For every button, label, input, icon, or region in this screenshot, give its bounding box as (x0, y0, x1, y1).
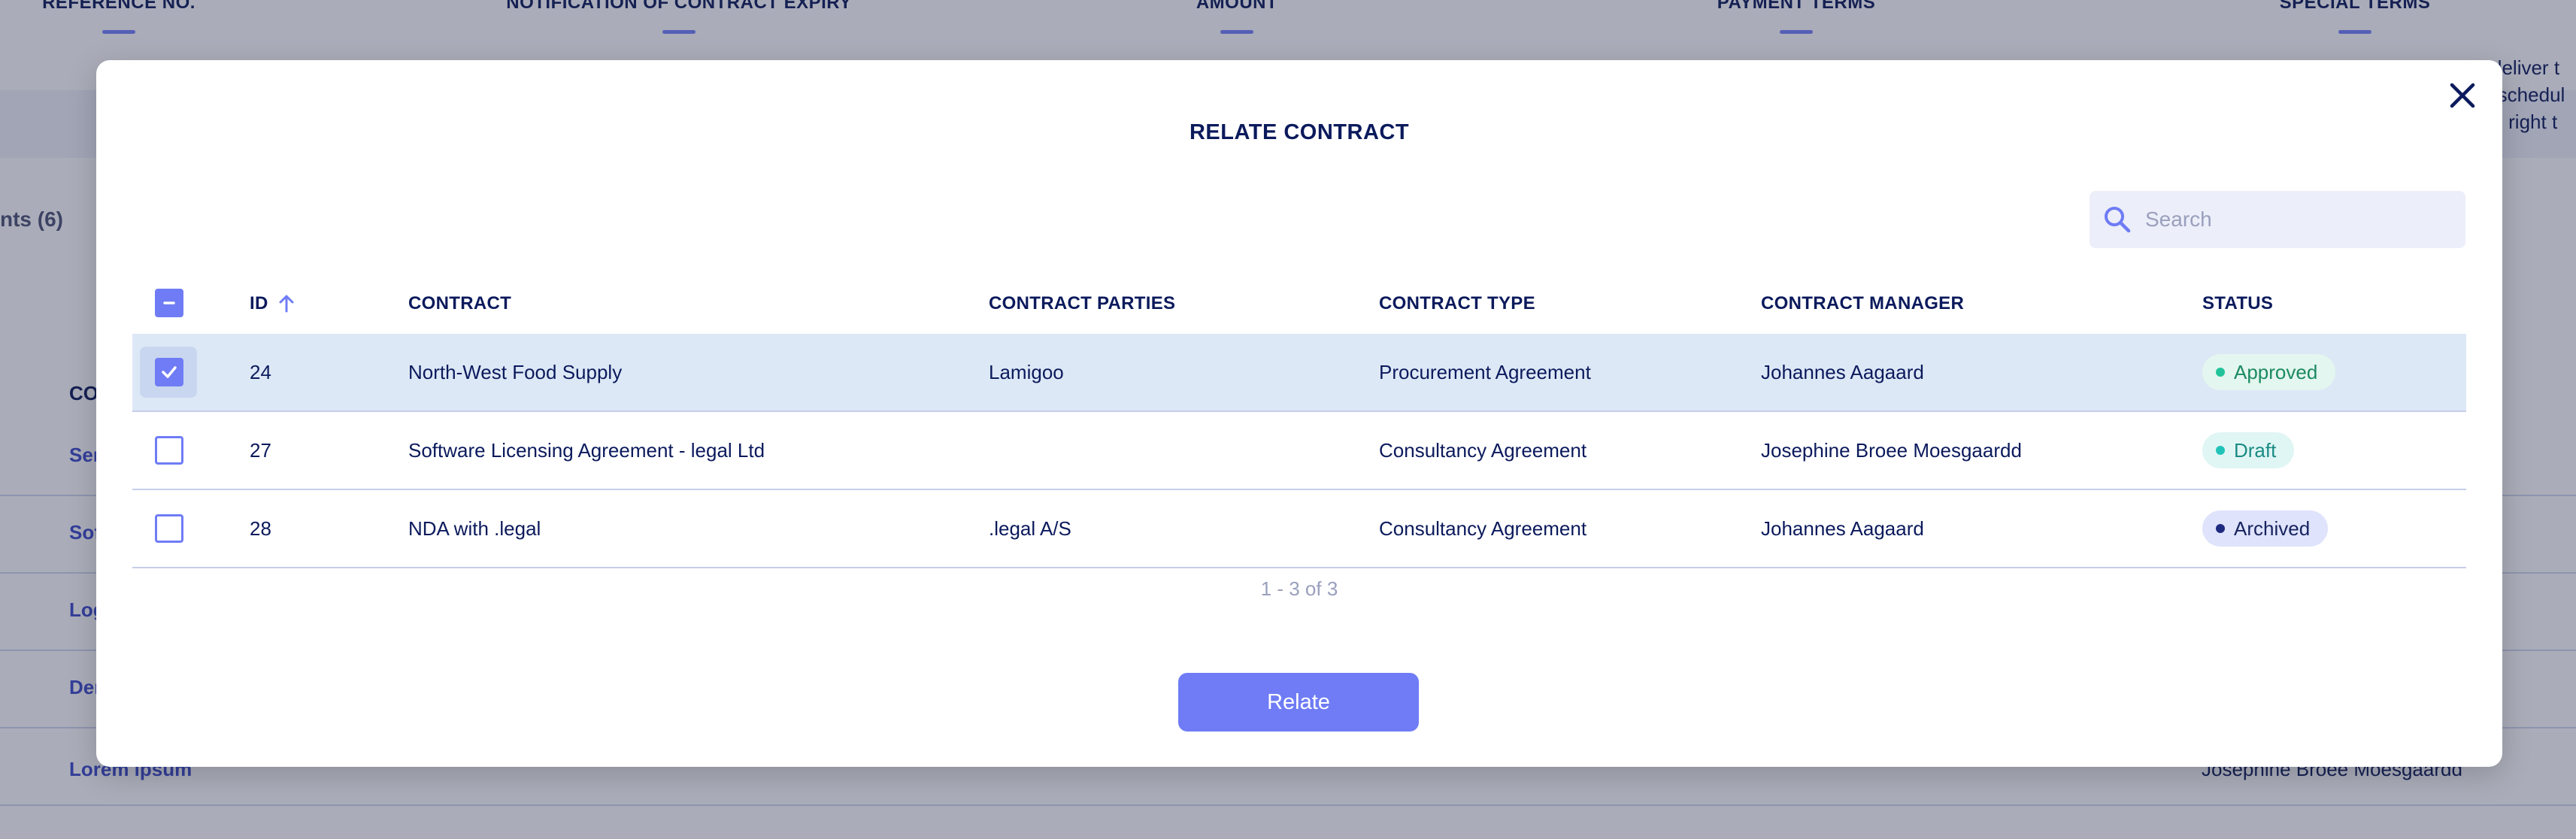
status-badge: Draft (2202, 432, 2295, 468)
column-header-contract[interactable]: CONTRACT (408, 293, 511, 314)
cell-contract: NDA with .legal (408, 516, 541, 540)
select-all-checkbox[interactable] (155, 289, 183, 317)
cell-contract-type: Consultancy Agreement (1379, 516, 1587, 540)
status-badge: Archived (2202, 510, 2329, 547)
cell-contract: Software Licensing Agreement - legal Ltd (408, 438, 765, 462)
cell-id: 24 (250, 360, 271, 383)
status-dot (2216, 524, 2225, 533)
cell-status: Approved (2202, 334, 2336, 410)
table-header: ID CONTRACT CONTRACT PARTIES CONTRACT TY… (132, 272, 2466, 334)
pagination-info: 1 - 3 of 3 (1260, 577, 1338, 600)
cell-status: Archived (2202, 490, 2329, 567)
row-checkbox[interactable] (155, 514, 183, 543)
modal-title: RELATE CONTRACT (1189, 120, 1410, 144)
status-dot (2216, 368, 2225, 377)
table-row[interactable]: 28 NDA with .legal .legal A/S Consultanc… (132, 490, 2466, 568)
column-header-contract-parties[interactable]: CONTRACT PARTIES (989, 293, 1175, 314)
cell-contract-manager: Johannes Aagaard (1761, 516, 1924, 540)
cell-contract-parties: .legal A/S (989, 516, 1071, 540)
status-dot (2216, 446, 2225, 455)
relate-button[interactable]: Relate (1178, 673, 1419, 731)
row-checkbox[interactable] (155, 436, 183, 465)
contracts-table: ID CONTRACT CONTRACT PARTIES CONTRACT TY… (132, 272, 2466, 568)
close-icon[interactable] (2445, 78, 2480, 113)
status-label: Archived (2234, 516, 2311, 540)
search-icon (2105, 207, 2131, 233)
checkmark-icon (162, 366, 177, 378)
cell-contract-type: Procurement Agreement (1379, 360, 1591, 383)
arrow-up-icon[interactable] (276, 293, 297, 314)
cell-id: 27 (250, 438, 271, 462)
cell-status: Draft (2202, 412, 2295, 489)
table-row[interactable]: 27 Software Licensing Agreement - legal … (132, 412, 2466, 490)
column-header-status[interactable]: STATUS (2202, 293, 2273, 314)
search-box[interactable] (2090, 191, 2465, 248)
column-header-contract-manager[interactable]: CONTRACT MANAGER (1761, 293, 1964, 314)
column-header-id[interactable]: ID (250, 293, 297, 314)
cell-contract-manager: Johannes Aagaard (1761, 360, 1924, 383)
cell-contract-manager: Josephine Broee Moesgaardd (1761, 438, 2022, 462)
column-header-contract-type[interactable]: CONTRACT TYPE (1379, 293, 1535, 314)
table-row[interactable]: 24 North-West Food Supply Lamigoo Procur… (132, 334, 2466, 412)
cell-contract-parties: Lamigoo (989, 360, 1064, 383)
relate-contract-modal: RELATE CONTRACT ID CONTRACT CONTRACT PAR… (96, 60, 2502, 767)
cell-contract: North-West Food Supply (408, 360, 623, 383)
status-label: Draft (2234, 438, 2277, 462)
cell-id: 28 (250, 516, 271, 540)
search-input[interactable] (2144, 207, 2447, 232)
cell-contract-type: Consultancy Agreement (1379, 438, 1587, 462)
status-label: Approved (2234, 360, 2318, 383)
status-badge: Approved (2202, 354, 2336, 390)
row-checkbox[interactable] (155, 358, 183, 386)
column-header-id-label: ID (250, 293, 268, 313)
